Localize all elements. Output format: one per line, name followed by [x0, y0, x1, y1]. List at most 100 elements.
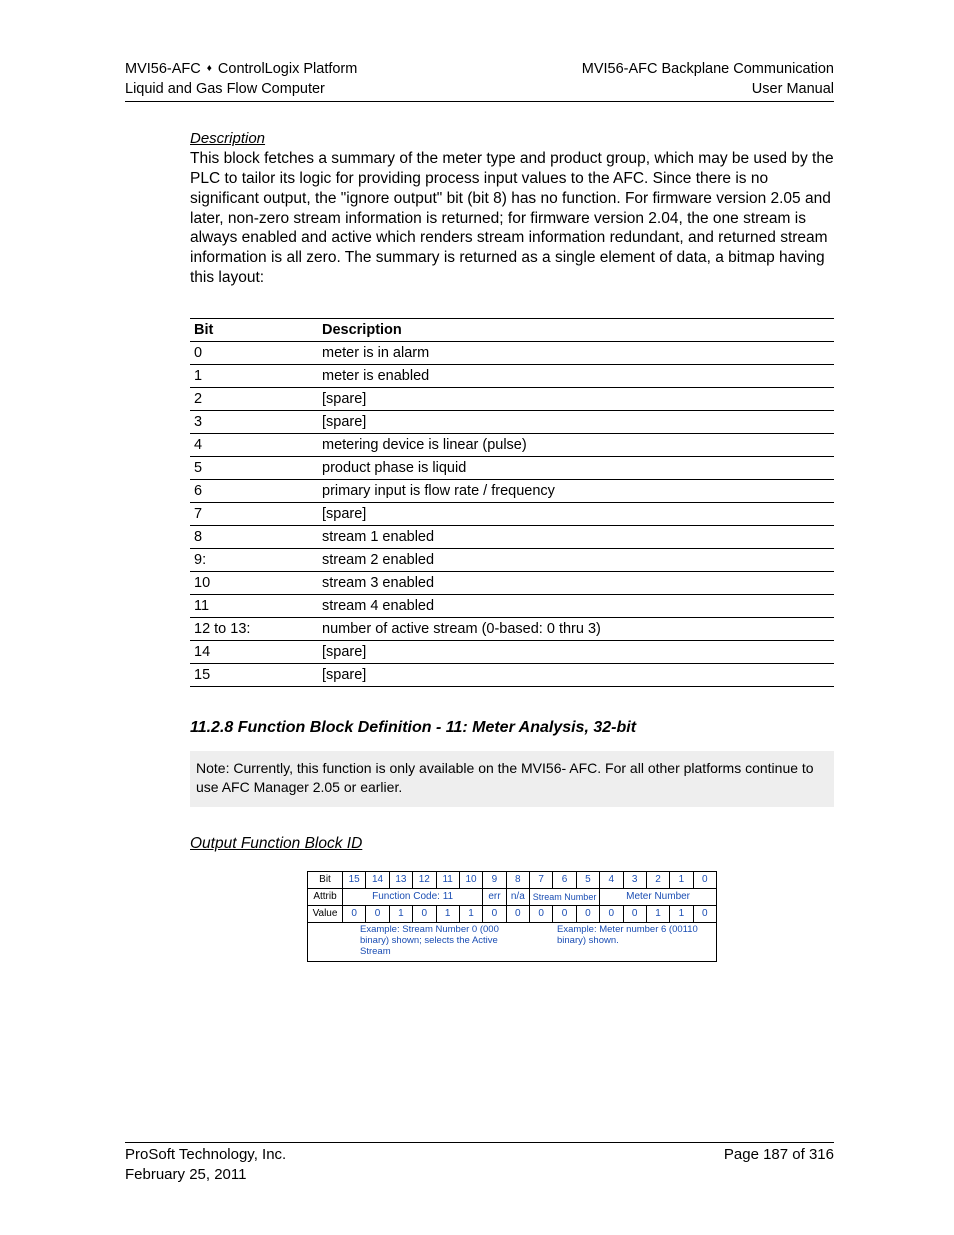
attrib-err: err [483, 888, 506, 905]
cell-desc: metering device is linear (pulse) [318, 433, 834, 456]
bit-diagram-table: Bit 15 14 13 12 11 10 9 8 7 6 5 4 3 2 1 [307, 871, 717, 923]
cell-desc: [spare] [318, 410, 834, 433]
bit-val: 0 [530, 905, 553, 922]
cell-desc: stream 1 enabled [318, 525, 834, 548]
bit-val: 1 [389, 905, 412, 922]
bit-diagram: Bit 15 14 13 12 11 10 9 8 7 6 5 4 3 2 1 [307, 871, 717, 963]
cell-desc: [spare] [318, 387, 834, 410]
header-left: MVI56-AFC ♦ ControlLogix Platform Liquid… [125, 60, 357, 99]
cell-bit: 1 [190, 364, 318, 387]
cell-bit: 10 [190, 571, 318, 594]
cell-desc: number of active stream (0-based: 0 thru… [318, 617, 834, 640]
cell-desc: meter is enabled [318, 364, 834, 387]
cell-desc: product phase is liquid [318, 456, 834, 479]
bit-num: 13 [389, 871, 412, 888]
diagram-row-value: Value 0 0 1 0 1 1 0 0 0 0 0 0 0 1 1 0 [308, 905, 717, 922]
description-heading: Description [190, 130, 834, 147]
table-row: 4metering device is linear (pulse) [190, 433, 834, 456]
table-row: 9:stream 2 enabled [190, 548, 834, 571]
footer-page: Page 187 of 316 [724, 1145, 834, 1186]
cell-bit: 14 [190, 640, 318, 663]
cell-bit: 3 [190, 410, 318, 433]
table-row: 14[spare] [190, 640, 834, 663]
bit-num: 10 [459, 871, 482, 888]
footer-date: February 25, 2011 [125, 1165, 286, 1185]
cell-desc: [spare] [318, 640, 834, 663]
bit-val: 0 [693, 905, 716, 922]
diagram-label-value: Value [308, 905, 343, 922]
bit-num: 5 [576, 871, 599, 888]
bit-num: 3 [623, 871, 646, 888]
table-row: 7[spare] [190, 502, 834, 525]
attrib-na: n/a [506, 888, 529, 905]
cell-bit: 2 [190, 387, 318, 410]
bit-num: 2 [646, 871, 669, 888]
diagram-footnotes: Example: Stream Number 0 (000 binary) sh… [307, 923, 717, 963]
bit-num: 4 [600, 871, 623, 888]
header-left-line2: Liquid and Gas Flow Computer [125, 80, 357, 100]
bit-val: 0 [553, 905, 576, 922]
content-area: Description This block fetches a summary… [125, 102, 834, 962]
cell-bit: 5 [190, 456, 318, 479]
table-row: 1meter is enabled [190, 364, 834, 387]
table-row: 15[spare] [190, 663, 834, 686]
bit-num: 0 [693, 871, 716, 888]
cell-bit: 11 [190, 594, 318, 617]
header-right-line2: User Manual [582, 80, 834, 100]
cell-desc: [spare] [318, 663, 834, 686]
table-row: 2[spare] [190, 387, 834, 410]
diamond-icon: ♦ [207, 62, 212, 76]
page-header: MVI56-AFC ♦ ControlLogix Platform Liquid… [125, 60, 834, 102]
output-function-block-heading: Output Function Block ID [190, 835, 834, 853]
bit-val: 0 [343, 905, 366, 922]
cell-bit: 0 [190, 341, 318, 364]
bit-num: 14 [366, 871, 389, 888]
table-row: 11stream 4 enabled [190, 594, 834, 617]
header-left-line1: MVI56-AFC ♦ ControlLogix Platform [125, 60, 357, 80]
bit-val: 1 [646, 905, 669, 922]
section-heading: 11.2.8 Function Block Definition - 11: M… [190, 719, 834, 737]
bit-num: 7 [530, 871, 553, 888]
bit-val: 0 [366, 905, 389, 922]
attrib-function-code: Function Code: 11 [343, 888, 483, 905]
bit-num: 6 [553, 871, 576, 888]
table-row: 0meter is in alarm [190, 341, 834, 364]
bit-num: 1 [670, 871, 693, 888]
table-row: 6primary input is flow rate / frequency [190, 479, 834, 502]
page: MVI56-AFC ♦ ControlLogix Platform Liquid… [0, 0, 954, 1235]
bit-val: 0 [623, 905, 646, 922]
bit-val: 0 [576, 905, 599, 922]
description-body: This block fetches a summary of the mete… [190, 149, 834, 288]
cell-desc: stream 4 enabled [318, 594, 834, 617]
cell-bit: 12 to 13: [190, 617, 318, 640]
header-right-line1: MVI56-AFC Backplane Communication [582, 60, 834, 80]
bit-val: 0 [506, 905, 529, 922]
header-platform: ControlLogix Platform [218, 61, 357, 77]
cell-bit: 6 [190, 479, 318, 502]
cell-desc: stream 2 enabled [318, 548, 834, 571]
col-header-desc: Description [318, 318, 834, 341]
footer-company: ProSoft Technology, Inc. [125, 1145, 286, 1165]
table-row: 8stream 1 enabled [190, 525, 834, 548]
footnote-left: Example: Stream Number 0 (000 binary) sh… [310, 925, 517, 958]
table-header-row: Bit Description [190, 318, 834, 341]
bit-num: 12 [413, 871, 436, 888]
cell-desc: meter is in alarm [318, 341, 834, 364]
col-header-bit: Bit [190, 318, 318, 341]
cell-bit: 9: [190, 548, 318, 571]
cell-desc: [spare] [318, 502, 834, 525]
cell-bit: 4 [190, 433, 318, 456]
cell-desc: primary input is flow rate / frequency [318, 479, 834, 502]
diagram-label-bit: Bit [308, 871, 343, 888]
bit-num: 9 [483, 871, 506, 888]
bit-num: 15 [343, 871, 366, 888]
bit-num: 8 [506, 871, 529, 888]
bit-num: 11 [436, 871, 459, 888]
cell-bit: 8 [190, 525, 318, 548]
diagram-label-attrib: Attrib [308, 888, 343, 905]
footnote-right: Example: Meter number 6 (00110 binary) s… [517, 925, 714, 958]
bit-val: 0 [413, 905, 436, 922]
diagram-row-bit: Bit 15 14 13 12 11 10 9 8 7 6 5 4 3 2 1 [308, 871, 717, 888]
attrib-stream-number: Stream Number [530, 888, 600, 905]
cell-bit: 7 [190, 502, 318, 525]
